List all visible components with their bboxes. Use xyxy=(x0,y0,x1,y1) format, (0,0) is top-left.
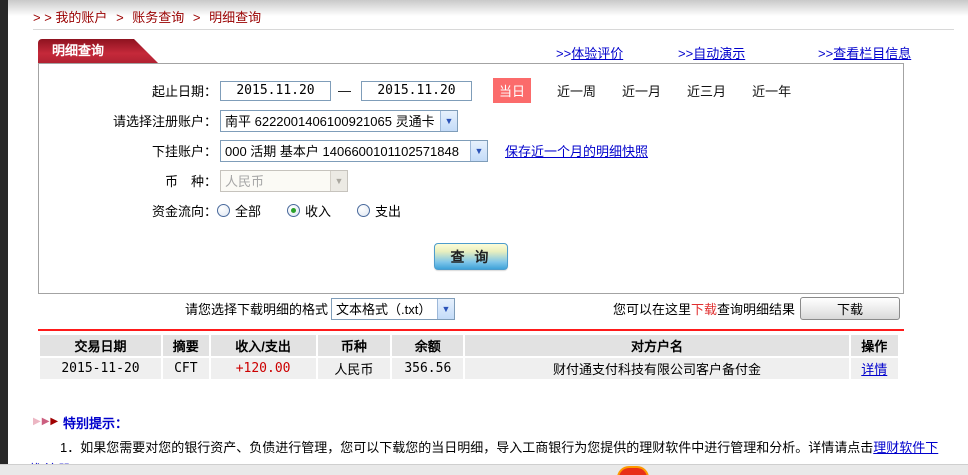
flow-radio-income[interactable]: 收入 xyxy=(287,201,331,220)
breadcrumb: > > 我的账户 > 账务查询 > 明细查询 xyxy=(33,7,261,26)
register-account-select[interactable]: 南平 6222001406100921065 灵通卡 ▼ xyxy=(220,109,458,132)
register-account-value: 南平 6222001406100921065 灵通卡 xyxy=(225,114,435,129)
chevron-down-icon: ▼ xyxy=(330,170,347,191)
link-prefix: >> xyxy=(556,46,572,61)
download-hint-post: 查询明细结果 xyxy=(716,302,795,317)
cell-currency: 人民币 xyxy=(317,358,391,379)
link-label: 体验评价 xyxy=(571,46,624,61)
triple-arrow-icon: ▶▶▶ xyxy=(33,416,60,427)
flow-radio-income-label: 收入 xyxy=(305,204,332,219)
chevron-down-icon: ▼ xyxy=(440,110,457,131)
fund-flow-label: 资金流向： xyxy=(151,204,217,219)
page: > > 我的账户 > 账务查询 > 明细查询 明细查询 >>体验评价 >>自动演… xyxy=(0,0,968,475)
sub-account-select[interactable]: 000 活期 基本户 1406600101102571848 ▼ xyxy=(220,139,488,162)
link-label: 查看栏目信息 xyxy=(833,46,912,61)
quick-range-week[interactable]: 近一周 xyxy=(557,81,596,100)
currency-label: 币 种： xyxy=(164,174,217,189)
query-button-row: 查 询 xyxy=(39,243,903,270)
cell-amount: +120.00 xyxy=(210,358,316,379)
breadcrumb-separator: > xyxy=(192,10,201,25)
download-format-select[interactable]: 文本格式（.txt） ▼ xyxy=(331,297,456,320)
breadcrumb-item-detail-query[interactable]: 明细查询 xyxy=(209,10,261,25)
query-button[interactable]: 查 询 xyxy=(434,243,508,270)
quick-range-year[interactable]: 近一年 xyxy=(752,81,791,100)
link-view-column-info[interactable]: >>查看栏目信息 xyxy=(818,43,911,62)
tab-detail-query[interactable]: 明细查询 xyxy=(38,39,158,63)
chevron-down-icon: ▼ xyxy=(437,298,455,319)
col-header-currency: 币种 xyxy=(317,335,391,356)
download-hint-group: 您可以在这里 下载 查询明细结果 下载 xyxy=(613,297,900,320)
quick-range-group: 当日 近一周 近一月 近三月 近一年 xyxy=(493,78,791,103)
chevron-down-icon: ▼ xyxy=(470,140,487,161)
detail-link[interactable]: 详情 xyxy=(861,362,887,377)
col-header-amount: 收入/支出 xyxy=(210,335,316,356)
cell-balance: 356.56 xyxy=(392,358,464,379)
link-experience-review[interactable]: >>体验评价 xyxy=(556,43,623,62)
register-account-row: 请选择注册账户： 南平 6222001406100921065 灵通卡 ▼ xyxy=(39,109,903,132)
link-label: 自动演示 xyxy=(693,46,746,61)
currency-row: 币 种： 人民币 ▼ xyxy=(39,169,903,192)
radio-icon xyxy=(217,204,230,217)
link-prefix: >> xyxy=(818,46,834,61)
sub-account-row: 下挂账户： 000 活期 基本户 1406600101102571848 ▼ 保… xyxy=(39,139,903,162)
left-edge-strip xyxy=(0,0,8,464)
currency-select: 人民币 ▼ xyxy=(220,169,348,192)
cell-date: 2015-11-20 xyxy=(40,358,161,379)
table-row: 2015-11-20 CFT +120.00 人民币 356.56 财付通支付科… xyxy=(40,358,898,379)
cell-counterparty: 财付通支付科技有限公司客户备付金 xyxy=(465,358,849,379)
link-auto-demo[interactable]: >>自动演示 xyxy=(678,43,745,62)
query-form-panel: 起止日期： — 当日 近一周 近一月 近三月 近一年 请选择注册账户： 南平 6… xyxy=(38,63,904,294)
table-header-row: 交易日期 摘要 收入/支出 币种 余额 对方户名 操作 xyxy=(40,335,898,356)
date-to-input[interactable] xyxy=(361,80,472,101)
radio-icon xyxy=(357,204,371,217)
date-from-input[interactable] xyxy=(220,80,331,101)
flow-radio-expense[interactable]: 支出 xyxy=(357,201,401,220)
quick-range-month[interactable]: 近一月 xyxy=(622,81,661,100)
quick-range-today[interactable]: 当日 xyxy=(493,78,532,103)
breadcrumb-separator: > xyxy=(116,10,124,25)
radio-checked-icon xyxy=(287,204,301,217)
col-header-counterparty: 对方户名 xyxy=(465,335,849,356)
currency-value: 人民币 xyxy=(225,174,265,189)
quick-range-quarter[interactable]: 近三月 xyxy=(687,81,726,100)
col-header-balance: 余额 xyxy=(392,335,464,356)
date-range-row: 起止日期： — 当日 近一周 近一月 近三月 近一年 xyxy=(39,78,903,103)
fund-flow-row: 资金流向： 全部 收入 支出 xyxy=(39,199,903,222)
sub-account-label: 下挂账户： xyxy=(151,144,217,159)
notice-body: 1．如果您需要对您的银行资产、负债进行管理，您可以下载您的当日明细，导入工商银行… xyxy=(60,440,874,455)
download-hint-emphasis: 下载 xyxy=(690,302,717,317)
breadcrumb-prefix: > > xyxy=(33,10,52,25)
download-format-label: 请您选择下载明细的格式 xyxy=(185,302,329,317)
table-top-divider xyxy=(38,329,904,331)
col-header-date: 交易日期 xyxy=(40,335,161,356)
col-header-summary: 摘要 xyxy=(162,335,209,356)
flow-radio-expense-label: 支出 xyxy=(375,204,402,219)
link-prefix: >> xyxy=(678,46,694,61)
bottom-gray-bar xyxy=(0,464,968,475)
date-range-label: 起止日期： xyxy=(151,84,217,99)
register-account-label: 请选择注册账户： xyxy=(112,114,217,129)
special-notice-title: 特别提示： xyxy=(63,416,129,431)
sub-account-value: 000 活期 基本户 1406600101102571848 xyxy=(225,144,459,159)
transaction-table: 交易日期 摘要 收入/支出 币种 余额 对方户名 操作 2015-11-20 C… xyxy=(38,333,900,381)
flow-radio-all-label: 全部 xyxy=(235,204,262,219)
breadcrumb-divider xyxy=(33,29,954,30)
cell-summary: CFT xyxy=(162,358,209,379)
date-separator: — xyxy=(338,83,351,98)
breadcrumb-item-account-query[interactable]: 账务查询 xyxy=(132,10,184,25)
download-format-value: 文本格式（.txt） xyxy=(336,302,432,317)
breadcrumb-item-my-account[interactable]: 我的账户 xyxy=(55,10,107,25)
flow-radio-all[interactable]: 全部 xyxy=(217,201,261,220)
download-hint-pre: 您可以在这里 xyxy=(612,302,691,317)
download-button[interactable]: 下载 xyxy=(800,297,900,320)
save-monthly-snapshot-link[interactable]: 保存近一个月的明细快照 xyxy=(505,141,648,160)
download-row: 请您选择下载明细的格式 文本格式（.txt） ▼ 您可以在这里 下载 查询明细结果 … xyxy=(38,297,904,320)
col-header-action: 操作 xyxy=(850,335,898,356)
